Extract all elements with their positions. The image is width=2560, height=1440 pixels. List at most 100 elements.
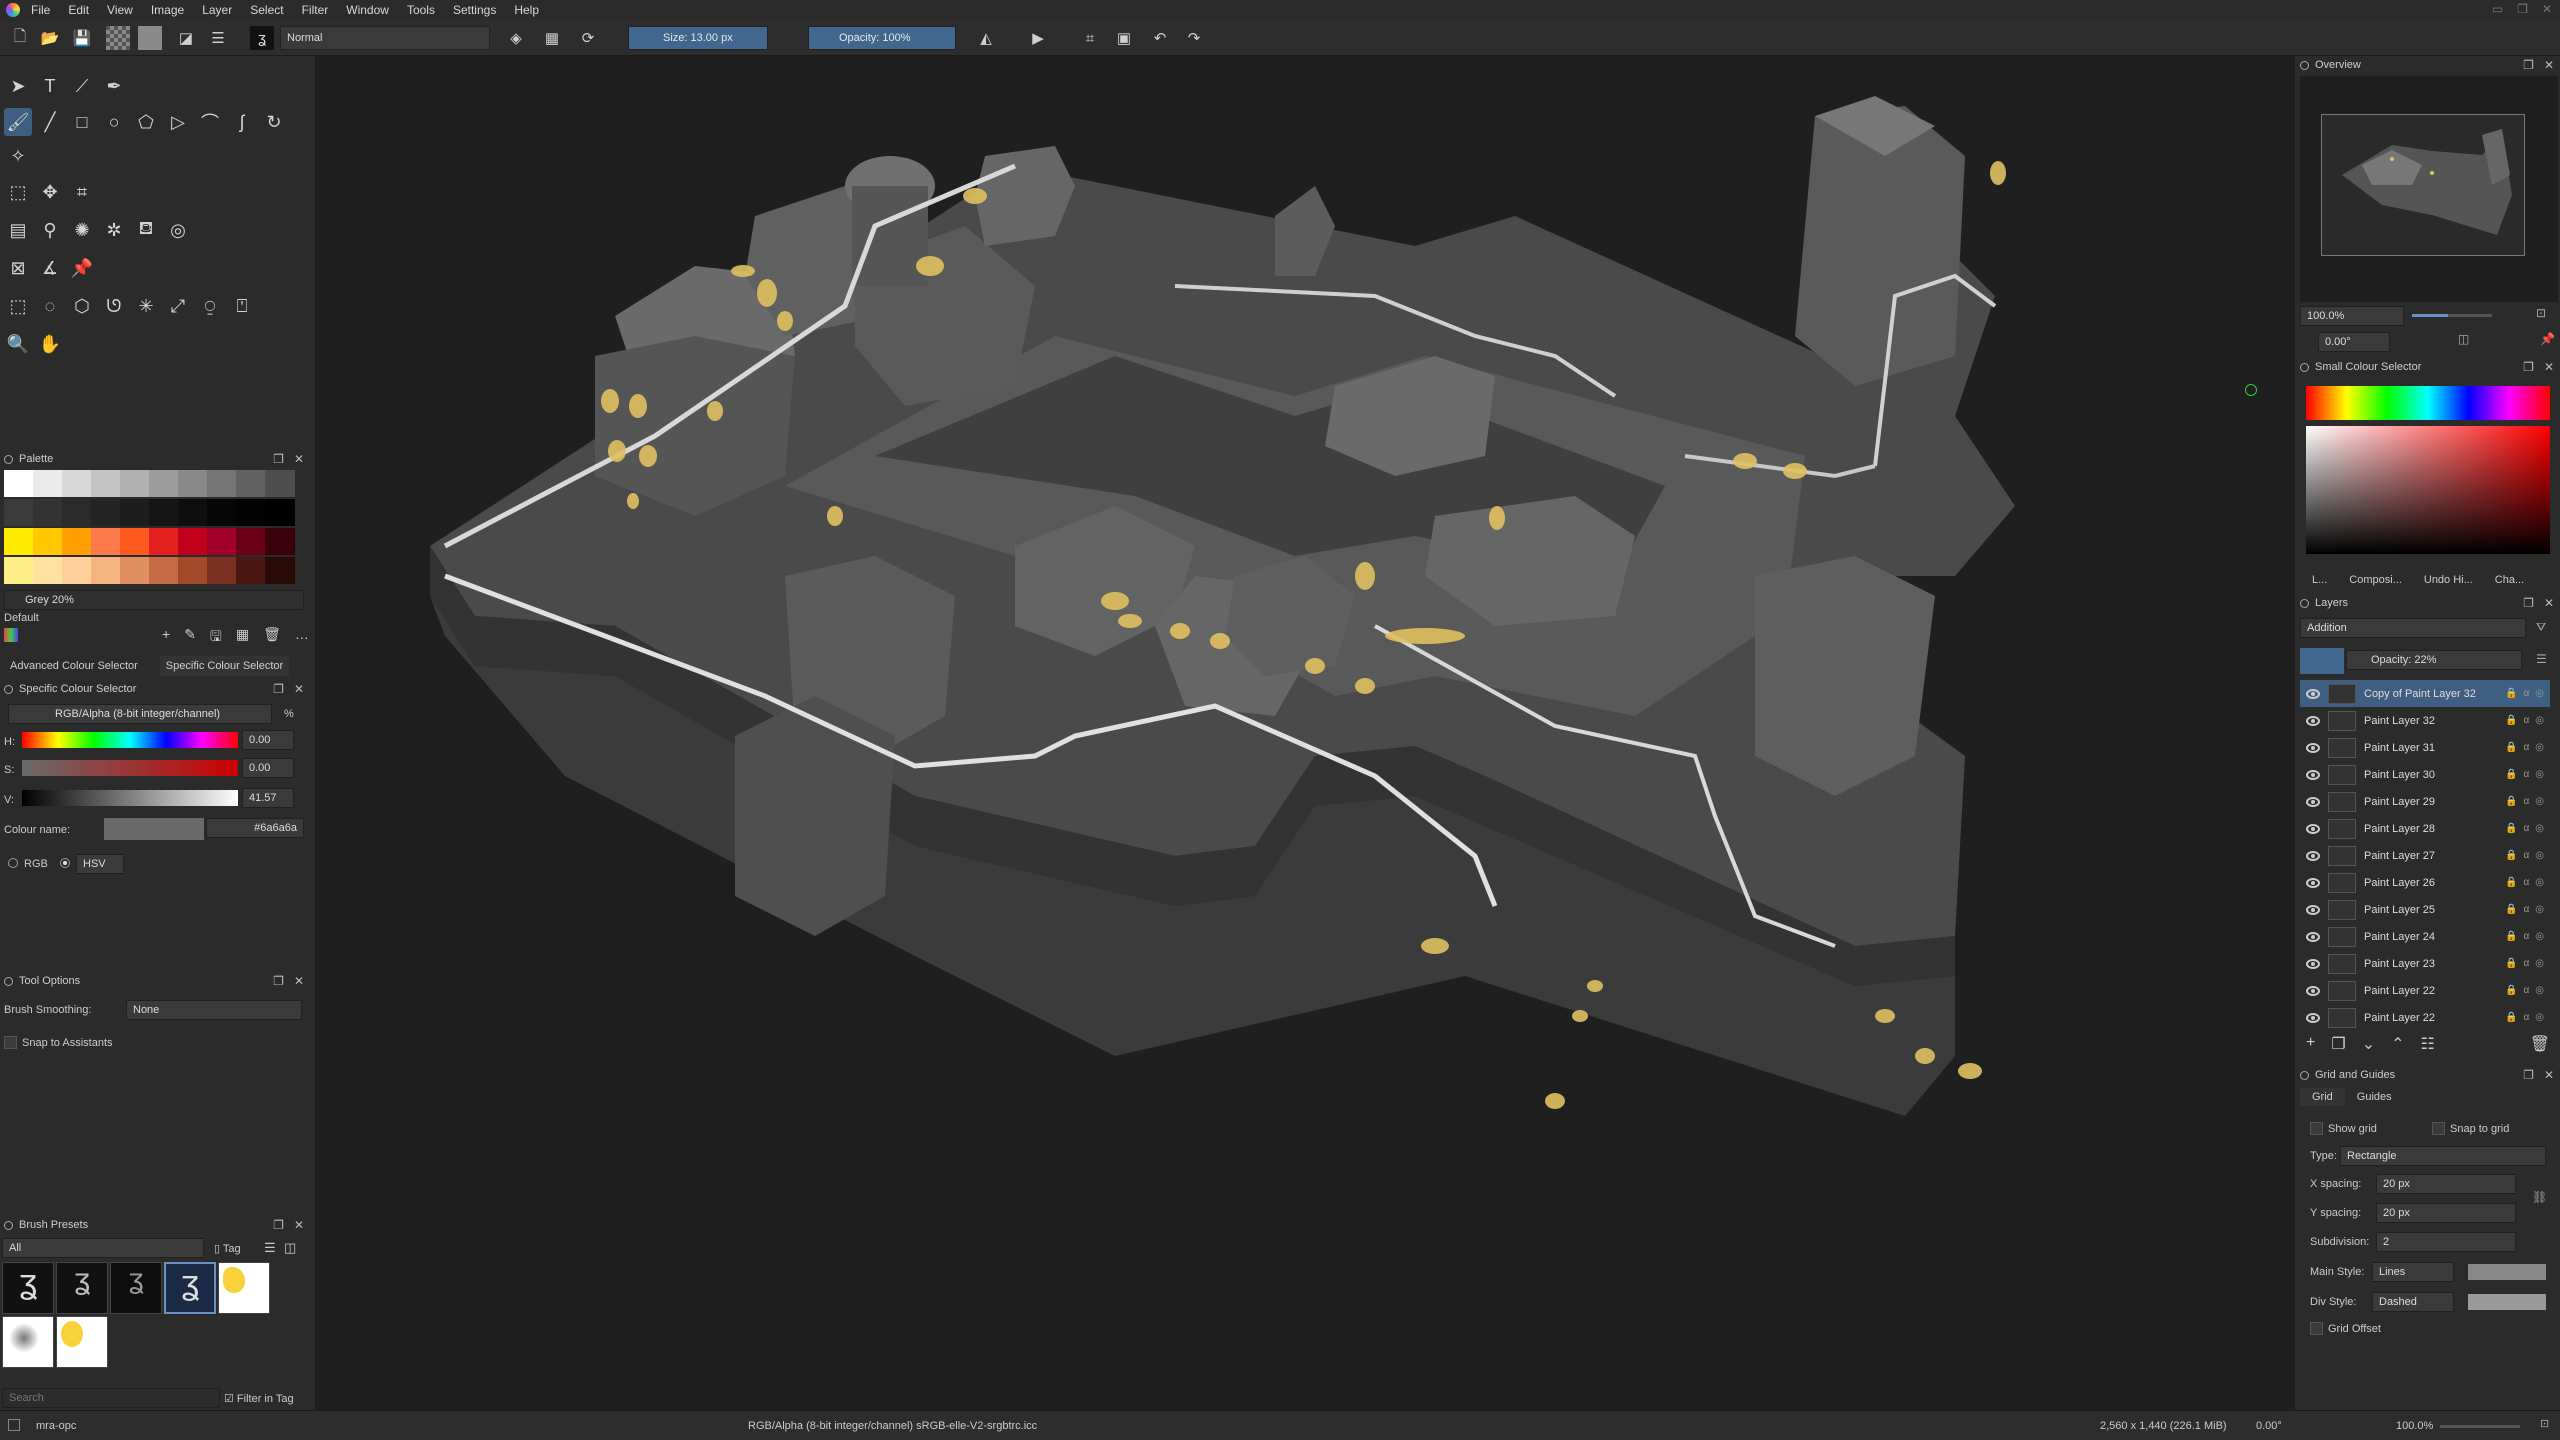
palette-selected-name[interactable]: Grey 20% xyxy=(4,590,304,610)
edit-swatch-icon[interactable]: ✎ xyxy=(184,626,196,650)
docker-lock-icon[interactable] xyxy=(2300,362,2309,372)
layer-row[interactable]: Paint Layer 28 🔒 α ◎ xyxy=(2300,815,2550,842)
inherit-alpha-icon[interactable]: ◎ xyxy=(2535,688,2544,699)
panel-icon[interactable]: ◫ xyxy=(284,1240,296,1256)
line-tool-icon[interactable]: ╱ xyxy=(36,108,64,136)
tab-layers[interactable]: L... xyxy=(2312,574,2327,586)
fill-tool-icon[interactable]: ⛾ xyxy=(132,216,160,244)
palette-swatch[interactable] xyxy=(4,528,34,555)
lock-icon[interactable]: 🔒 xyxy=(2505,931,2517,942)
docker-lock-icon[interactable] xyxy=(2300,60,2309,70)
palette-swatch[interactable] xyxy=(236,528,266,555)
fit-view-icon[interactable]: ⊡ xyxy=(2536,306,2546,320)
palette-swatch[interactable] xyxy=(265,470,295,497)
saturation-value[interactable]: 0.00 xyxy=(242,758,294,778)
palette-swatch[interactable] xyxy=(178,470,208,497)
measure-tool-icon[interactable]: ∡ xyxy=(36,254,64,282)
palette-swatch[interactable] xyxy=(178,528,208,555)
inherit-alpha-icon[interactable]: ◎ xyxy=(2535,958,2544,969)
freehand-path-icon[interactable]: ʃ xyxy=(228,108,256,136)
save-icon[interactable]: 💾 xyxy=(70,26,94,50)
visibility-eye-icon[interactable] xyxy=(2306,850,2320,861)
brush-smoothing-select[interactable]: None xyxy=(126,1000,302,1020)
layer-properties-icon[interactable]: ☷ xyxy=(2421,1034,2435,1054)
gradient-pattern-icon[interactable] xyxy=(106,26,130,50)
alpha-icon[interactable]: α xyxy=(2523,715,2529,726)
zoom-tool-icon[interactable]: 🔍 xyxy=(4,330,32,358)
percent-toggle[interactable]: % xyxy=(284,708,294,720)
link-spacing-icon[interactable]: ⛓ xyxy=(2532,1190,2547,1204)
alpha-icon[interactable]: α xyxy=(2523,688,2529,699)
rgb-radio[interactable] xyxy=(8,858,18,868)
inherit-alpha-icon[interactable]: ◎ xyxy=(2535,715,2544,726)
hue-bar[interactable] xyxy=(2306,386,2550,420)
magnetic-select-icon[interactable]: ⍞ xyxy=(228,292,256,320)
bezier-tool-icon[interactable]: ⌒ xyxy=(196,108,224,136)
visibility-eye-icon[interactable] xyxy=(2306,877,2320,888)
edit-shapes-icon[interactable]: ⟋ xyxy=(68,72,96,100)
lock-icon[interactable]: 🔒 xyxy=(2505,904,2517,915)
alpha-icon[interactable]: α xyxy=(2523,985,2529,996)
palette-swatch[interactable] xyxy=(120,557,150,584)
palette-swatch[interactable] xyxy=(91,528,121,555)
show-grid-checkbox[interactable] xyxy=(2310,1122,2323,1135)
move-layer-down-icon[interactable]: ⌄ xyxy=(2362,1034,2375,1054)
minimize-icon[interactable]: ▭ xyxy=(2492,2,2503,16)
layer-menu-icon[interactable]: ☰ xyxy=(2536,652,2547,666)
layer-opacity-slider[interactable]: Opacity: 22% xyxy=(2346,650,2522,670)
hsv-select[interactable]: HSV xyxy=(76,854,124,874)
float-icon[interactable]: ❐ xyxy=(273,452,284,466)
visibility-eye-icon[interactable] xyxy=(2306,742,2320,753)
text-tool-icon[interactable]: T xyxy=(36,72,64,100)
div-colour-button[interactable] xyxy=(2468,1294,2546,1310)
crop-canvas-icon[interactable]: ⌗ xyxy=(1078,26,1102,50)
inherit-alpha-icon[interactable]: ◎ xyxy=(2535,877,2544,888)
undo-icon[interactable]: ↶ xyxy=(1148,26,1172,50)
palette-swatch[interactable] xyxy=(265,557,295,584)
palette-swatch[interactable] xyxy=(265,499,295,526)
new-document-icon[interactable]: 🗋 xyxy=(8,26,32,50)
menu-view[interactable]: View xyxy=(100,3,140,17)
menu-tools[interactable]: Tools xyxy=(400,3,442,17)
float-icon[interactable]: ❐ xyxy=(273,1218,284,1232)
alpha-lock-icon[interactable]: ▦ xyxy=(540,26,564,50)
tab-grid[interactable]: Grid xyxy=(2300,1088,2345,1106)
palette-swatch[interactable] xyxy=(4,499,34,526)
similar-select-icon[interactable]: ⤢ xyxy=(164,292,192,320)
palette-swatch[interactable] xyxy=(62,557,92,584)
polygon-select-icon[interactable]: ⬡ xyxy=(68,292,96,320)
save-palette-icon[interactable]: 🖫 xyxy=(210,626,222,650)
colourize-mask-icon[interactable]: ✲ xyxy=(100,216,128,244)
select-shapes-icon[interactable]: ➤ xyxy=(4,72,32,100)
palette-swatch[interactable] xyxy=(4,470,34,497)
palette-swatch[interactable] xyxy=(33,499,63,526)
dynamic-brush-icon[interactable]: ↻ xyxy=(260,108,288,136)
docker-lock-icon[interactable] xyxy=(4,454,13,464)
palette-swatch[interactable] xyxy=(4,557,34,584)
close-icon[interactable]: ✕ xyxy=(2544,58,2554,72)
close-icon[interactable]: ✕ xyxy=(2544,1068,2554,1082)
calligraphy-icon[interactable]: ✒ xyxy=(100,72,128,100)
layer-row[interactable]: Paint Layer 29 🔒 α ◎ xyxy=(2300,788,2550,815)
hex-field[interactable]: #6a6a6a xyxy=(206,818,304,838)
menu-file[interactable]: File xyxy=(24,3,57,17)
inherit-alpha-icon[interactable]: ◎ xyxy=(2535,796,2544,807)
grid-view-icon[interactable]: ▦ xyxy=(236,626,249,650)
inherit-alpha-icon[interactable]: ◎ xyxy=(2535,1012,2544,1023)
float-icon[interactable]: ❐ xyxy=(273,682,284,696)
palette-swatch[interactable] xyxy=(33,557,63,584)
alpha-icon[interactable]: α xyxy=(2523,850,2529,861)
palette-swatch[interactable] xyxy=(178,557,208,584)
saturation-value-square[interactable] xyxy=(2306,426,2550,554)
preset-search-input[interactable]: Search xyxy=(2,1388,220,1408)
crop-tool-icon[interactable]: ⌗ xyxy=(68,178,96,206)
colour-picker-icon[interactable]: ⚲ xyxy=(36,216,64,244)
status-rotation[interactable]: 0.00° xyxy=(2256,1420,2282,1432)
palette-swatch[interactable] xyxy=(62,470,92,497)
pan-tool-icon[interactable]: ✋ xyxy=(36,330,64,358)
brush-preset-7[interactable] xyxy=(56,1316,108,1368)
gradient-tool-icon[interactable]: ▤ xyxy=(4,216,32,244)
opacity-slider[interactable]: Opacity: 100% xyxy=(808,26,956,50)
grid-type-select[interactable]: Rectangle xyxy=(2340,1146,2546,1166)
close-icon[interactable]: ✕ xyxy=(294,974,304,988)
